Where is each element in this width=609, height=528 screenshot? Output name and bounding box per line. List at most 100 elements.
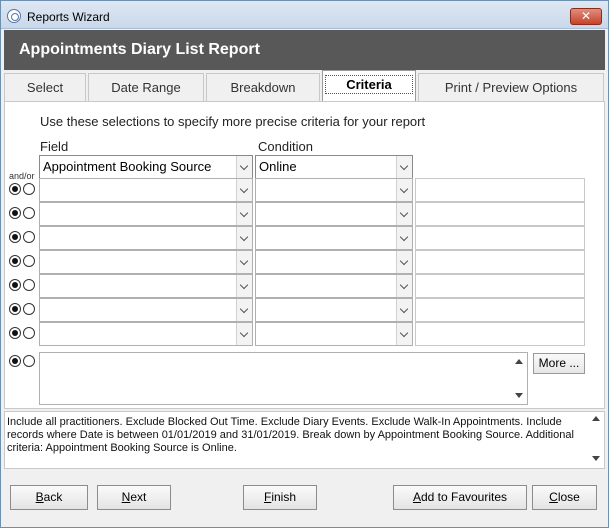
chevron-down-icon[interactable] [236,323,252,345]
favourites-accel: A [412,490,421,504]
reports-wizard-window: Reports Wizard ✕ Appointments Diary List… [0,0,609,528]
and-radio[interactable] [9,279,21,291]
scroll-up-icon[interactable] [515,359,523,364]
and-radio[interactable] [9,327,21,339]
chevron-down-icon[interactable] [236,275,252,297]
or-radio[interactable] [23,255,35,267]
chevron-down-icon[interactable] [396,227,412,249]
chevron-down-icon[interactable] [236,156,252,178]
tab-criteria[interactable]: Criteria [322,70,416,102]
condition-select[interactable] [255,274,413,298]
next-button[interactable]: Next [97,485,171,510]
close-accel: C [549,490,558,504]
scroll-up-icon[interactable] [592,416,600,421]
tab-date-range[interactable]: Date Range [88,73,204,101]
tab-select-label: Select [26,80,64,95]
tab-select[interactable]: Select [4,73,86,101]
chevron-down-icon[interactable] [396,251,412,273]
finish-label: inish [271,490,297,504]
and-radio[interactable] [9,355,21,367]
app-icon [7,9,21,23]
tab-print-preview-options[interactable]: Print / Preview Options [418,73,604,101]
field-select[interactable]: Appointment Booking Source [39,155,253,179]
value-field[interactable] [415,178,585,202]
chevron-down-icon[interactable] [396,203,412,225]
window-close-button[interactable]: ✕ [570,8,602,25]
back-accel: B [35,490,44,504]
field-select-value: Appointment Booking Source [43,159,212,174]
next-label: ext [130,490,147,504]
value-field[interactable] [415,274,585,298]
memo-scrollbar[interactable] [511,353,527,404]
field-select[interactable] [39,178,253,202]
additional-criteria-memo[interactable] [39,352,528,405]
criteria-panel: Use these selections to specify more pre… [4,101,605,409]
and-radio[interactable] [9,183,21,195]
summary-scrollbar[interactable] [588,412,604,468]
report-summary: Include all practitioners. Exclude Block… [4,411,605,469]
finish-button[interactable]: Finish [243,485,317,510]
back-button[interactable]: Back [10,485,88,510]
tab-breakdown[interactable]: Breakdown [206,73,320,101]
chevron-down-icon[interactable] [236,299,252,321]
condition-select-value: Online [259,159,297,174]
or-radio[interactable] [23,231,35,243]
chevron-down-icon[interactable] [396,179,412,201]
tab-print-preview-label: Print / Preview Options [444,80,578,95]
field-select[interactable] [39,202,253,226]
more-button[interactable]: More ... [533,353,585,374]
field-select[interactable] [39,322,253,346]
condition-select[interactable] [255,250,413,274]
favourites-label: dd to Favourites [420,490,508,504]
tab-breakdown-label: Breakdown [230,80,296,95]
add-to-favourites-button[interactable]: Add to Favourites [393,485,527,510]
and-radio[interactable] [9,255,21,267]
field-select[interactable] [39,274,253,298]
condition-column-label: Condition [258,139,313,154]
chevron-down-icon[interactable] [396,299,412,321]
chevron-down-icon[interactable] [236,227,252,249]
or-radio[interactable] [23,207,35,219]
or-radio[interactable] [23,355,35,367]
condition-select[interactable] [255,226,413,250]
and-radio[interactable] [9,303,21,315]
chevron-down-icon[interactable] [236,251,252,273]
chevron-down-icon[interactable] [236,179,252,201]
value-field[interactable] [415,250,585,274]
summary-text: Include all practitioners. Exclude Block… [7,416,574,454]
value-field[interactable] [415,322,585,346]
report-header: Appointments Diary List Report [4,30,605,70]
scroll-down-icon[interactable] [515,393,523,398]
value-field[interactable] [415,202,585,226]
condition-select[interactable] [255,178,413,202]
field-select[interactable] [39,250,253,274]
or-radio[interactable] [23,327,35,339]
field-select[interactable] [39,226,253,250]
condition-select[interactable] [255,322,413,346]
field-select[interactable] [39,298,253,322]
tab-date-range-label: Date Range [111,80,181,95]
value-field[interactable] [415,226,585,250]
value-field[interactable] [415,298,585,322]
chevron-down-icon[interactable] [396,323,412,345]
and-or-label: and/or [9,171,35,181]
chevron-down-icon[interactable] [396,156,412,178]
condition-select[interactable] [255,298,413,322]
scroll-down-icon[interactable] [592,456,600,461]
field-column-label: Field [40,139,69,154]
close-label: lose [557,490,580,504]
or-radio[interactable] [23,279,35,291]
wizard-tabs: Select Date Range Breakdown Criteria Pri… [4,70,605,102]
or-radio[interactable] [23,183,35,195]
and-radio[interactable] [9,231,21,243]
report-title: Appointments Diary List Report [19,41,260,58]
and-radio[interactable] [9,207,21,219]
or-radio[interactable] [23,303,35,315]
condition-select[interactable]: Online [255,155,413,179]
tab-criteria-label: Criteria [325,75,413,94]
chevron-down-icon[interactable] [396,275,412,297]
chevron-down-icon[interactable] [236,203,252,225]
condition-select[interactable] [255,202,413,226]
criteria-intro: Use these selections to specify more pre… [40,114,426,129]
close-button[interactable]: Close [532,485,597,510]
